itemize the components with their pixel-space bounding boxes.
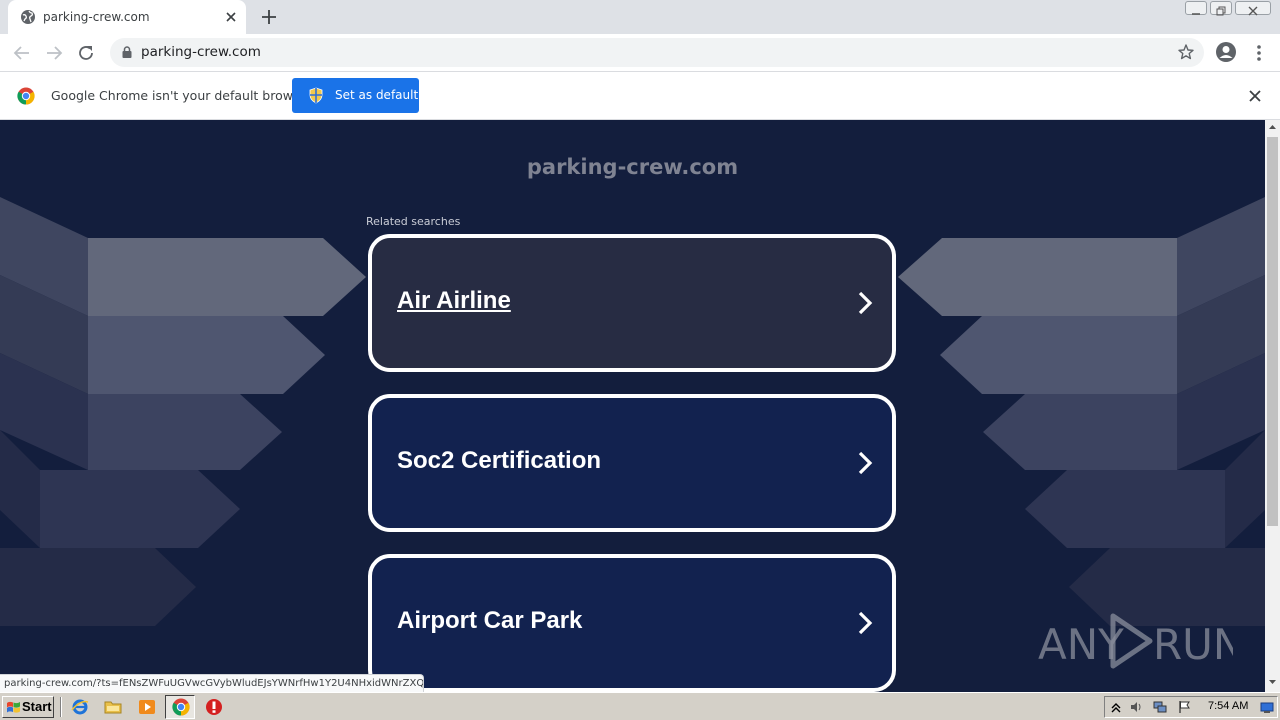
browser-tab[interactable]: parking-crew.com (8, 0, 246, 34)
internet-explorer-icon[interactable] (71, 698, 89, 716)
chrome-logo-icon (17, 87, 35, 105)
taskbar-separator (60, 697, 62, 717)
folder-icon[interactable] (104, 698, 122, 716)
close-icon[interactable] (1247, 88, 1263, 104)
windows-taskbar: Start 7:54 AM (0, 692, 1280, 720)
lock-icon[interactable] (120, 45, 134, 59)
close-icon (1248, 6, 1258, 16)
system-tray: 7:54 AM (1104, 696, 1278, 718)
site-title: parking-crew.com (526, 155, 739, 179)
set-as-default-button[interactable]: Set as default (292, 78, 419, 113)
status-url-bubble: parking-crew.com/?ts=fENsZWFuUGVwcGVybWl… (0, 674, 424, 692)
start-label: Start (22, 699, 52, 714)
search-result-label[interactable]: Airport Car Park (397, 607, 582, 635)
search-result-link[interactable]: Airport Car Park (368, 554, 896, 692)
scroll-up-arrow-icon[interactable] (1268, 123, 1277, 132)
network-icon[interactable] (1153, 700, 1167, 714)
stop-sign-icon[interactable] (205, 698, 223, 716)
reload-icon[interactable] (75, 42, 97, 64)
url-text[interactable]: parking-crew.com (141, 44, 261, 60)
chevron-right-icon (858, 451, 873, 475)
svg-text:RUN: RUN (1153, 620, 1233, 669)
tab-strip: parking-crew.com (0, 0, 1280, 34)
forward-arrow-icon[interactable] (43, 42, 65, 64)
default-browser-infobar: Google Chrome isn't your default browser… (0, 72, 1280, 120)
speaker-icon[interactable] (1129, 700, 1143, 714)
chrome-logo-icon (172, 698, 190, 716)
bookmark-star-icon[interactable] (1177, 43, 1195, 61)
restore-button[interactable] (1210, 1, 1232, 16)
set-as-default-label: Set as default (335, 88, 419, 102)
action-center-flag-icon[interactable] (1177, 700, 1191, 714)
media-player-icon[interactable] (138, 698, 156, 716)
minimize-icon (1192, 13, 1200, 15)
scrollbar-thumb[interactable] (1267, 137, 1278, 526)
page-content: parking-crew.com Related searches Air Ai… (0, 120, 1265, 692)
chevron-right-icon (858, 611, 873, 635)
search-result-label[interactable]: Soc2 Certification (397, 447, 601, 475)
chevron-up-icon[interactable] (1109, 700, 1123, 714)
start-button[interactable]: Start (2, 696, 54, 718)
minimize-button[interactable] (1185, 1, 1207, 15)
show-desktop-icon[interactable] (1260, 700, 1274, 714)
address-bar[interactable]: parking-crew.com (110, 38, 1204, 67)
related-searches-label: Related searches (366, 215, 461, 228)
shield-icon (309, 87, 323, 104)
search-result-label[interactable]: Air Airline (397, 287, 511, 315)
scroll-down-arrow-icon[interactable] (1268, 677, 1277, 686)
globe-icon (21, 10, 35, 24)
tab-title: parking-crew.com (43, 10, 150, 24)
anyrun-watermark-logo: ANY RUN (1038, 613, 1233, 669)
clock[interactable]: 7:54 AM (1208, 700, 1248, 712)
restore-icon (1216, 6, 1226, 16)
kebab-menu-icon[interactable] (1250, 42, 1268, 64)
chevron-right-icon (858, 291, 873, 315)
infobar-message: Google Chrome isn't your default browser (51, 88, 313, 103)
page-scrollbar[interactable] (1265, 120, 1280, 692)
back-arrow-icon[interactable] (11, 42, 33, 64)
browser-toolbar: parking-crew.com (0, 34, 1280, 72)
close-icon[interactable] (222, 8, 240, 26)
window-close-button[interactable] (1235, 1, 1271, 16)
windows-flag-icon (7, 701, 20, 713)
chrome-taskbar-button[interactable] (165, 695, 195, 719)
profile-avatar-icon[interactable] (1215, 41, 1237, 63)
search-result-link[interactable]: Air Airline (368, 234, 896, 372)
search-result-link[interactable]: Soc2 Certification (368, 394, 896, 532)
plus-icon[interactable] (258, 6, 280, 28)
